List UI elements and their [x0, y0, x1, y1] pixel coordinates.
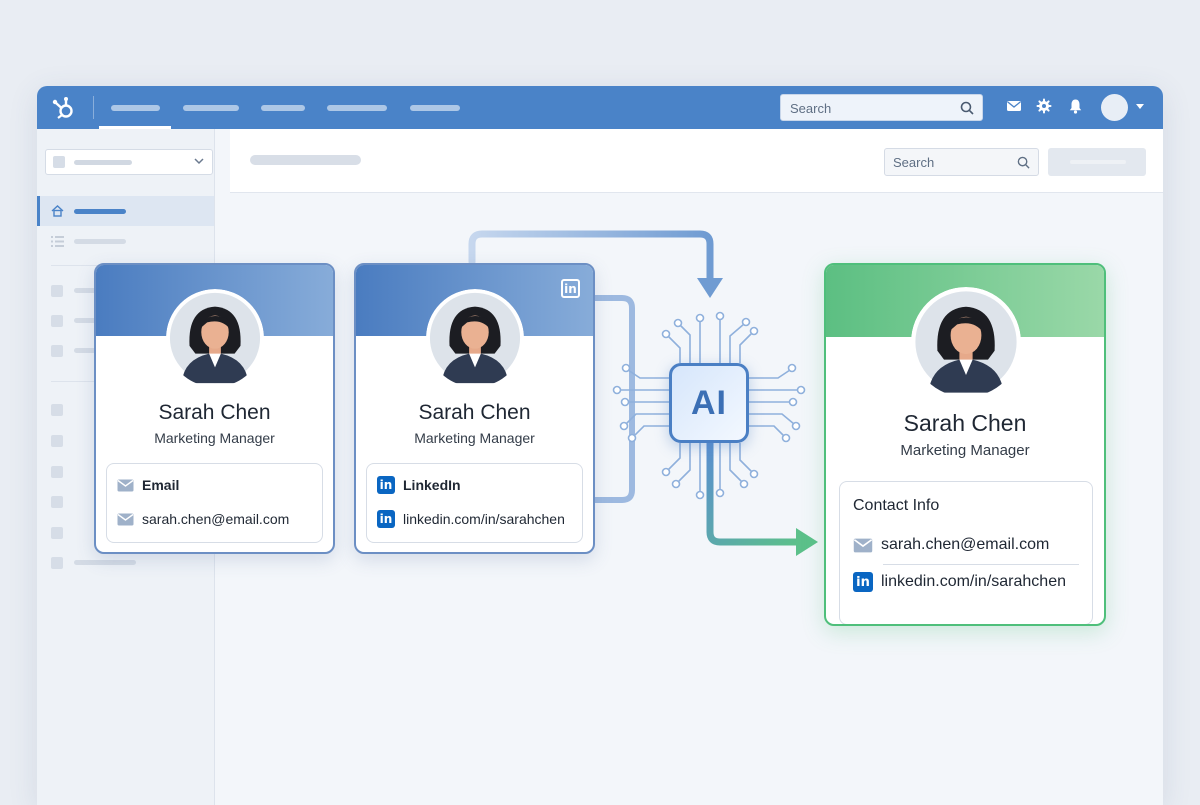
arrow-head-right — [796, 528, 818, 556]
contact-name: Sarah Chen — [418, 401, 531, 424]
linkedin-url[interactable]: linkedin.com/in/sarahchen — [881, 573, 1066, 591]
field-value-row: in linkedin.com/in/sarahchen — [377, 510, 565, 528]
contact-role: Marketing Manager — [414, 430, 535, 446]
contact-name: Sarah Chen — [903, 410, 1027, 436]
person-avatar — [166, 289, 264, 387]
person-avatar — [426, 289, 524, 387]
ai-processor-chip: AI — [669, 363, 749, 443]
row-divider — [883, 564, 1079, 565]
linkedin-icon: in — [561, 279, 580, 298]
linkedin-icon: in — [377, 510, 395, 528]
contact-name: Sarah Chen — [158, 401, 271, 424]
field-label-row: Email — [117, 477, 179, 493]
linkedin-url[interactable]: linkedin.com/in/sarahchen — [403, 511, 565, 527]
arrow-head-down — [697, 278, 723, 298]
linkedin-icon: in — [377, 476, 395, 494]
contact-card-merged[interactable]: Sarah Chen Marketing Manager Contact Inf… — [824, 263, 1106, 626]
email-value[interactable]: sarah.chen@email.com — [881, 536, 1049, 554]
contact-info-box: Contact Info sarah.chen@email.com in lin… — [839, 481, 1093, 624]
email-row: sarah.chen@email.com — [853, 536, 1049, 554]
email-value[interactable]: sarah.chen@email.com — [142, 511, 289, 527]
contact-card-linkedin[interactable]: in Sarah Chen Marketing Manager in Linke… — [354, 263, 595, 554]
mail-icon — [117, 479, 134, 491]
field-value-row: sarah.chen@email.com — [117, 511, 289, 527]
person-avatar — [911, 287, 1021, 397]
mail-icon — [853, 538, 873, 552]
mail-icon — [117, 513, 134, 525]
contact-role: Marketing Manager — [154, 430, 275, 446]
linkedin-row: in linkedin.com/in/sarahchen — [853, 572, 1066, 592]
contact-info-title: Contact Info — [853, 497, 940, 514]
contact-field-box: Email sarah.chen@email.com — [106, 463, 323, 543]
field-label: LinkedIn — [403, 477, 461, 493]
contact-card-email[interactable]: Sarah Chen Marketing Manager Email sarah… — [94, 263, 335, 554]
ai-chip-label: AI — [691, 383, 727, 422]
field-label: Email — [142, 477, 180, 493]
contact-field-box: in LinkedIn in linkedin.com/in/sarahchen — [366, 463, 583, 543]
linkedin-icon: in — [853, 572, 873, 592]
field-label-row: in LinkedIn — [377, 476, 461, 494]
contact-role: Marketing Manager — [900, 442, 1030, 459]
